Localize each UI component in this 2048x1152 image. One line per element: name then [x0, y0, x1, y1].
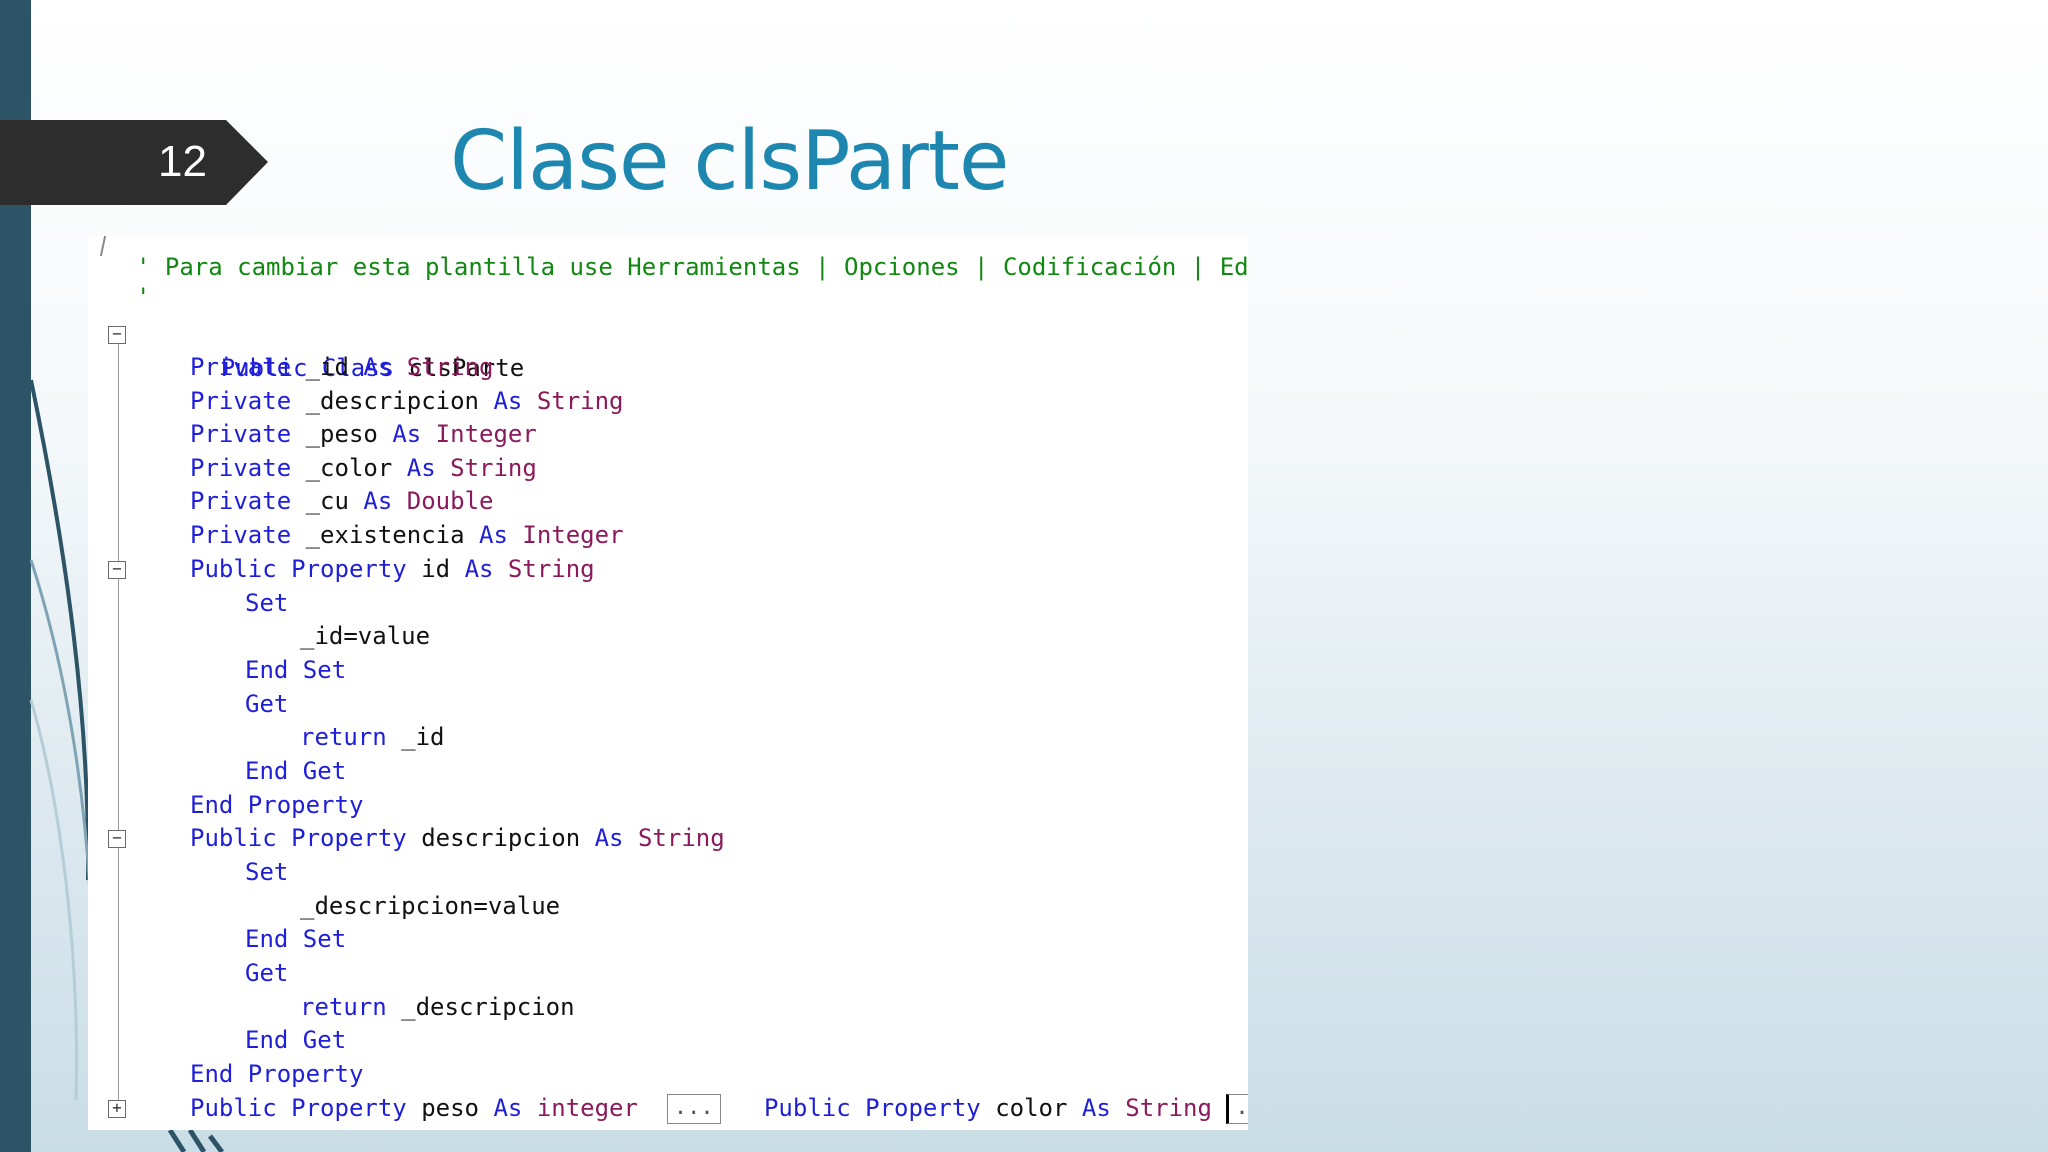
code-line-field: Private _descripcion As String [190, 387, 624, 415]
code-line-property-id: − Public Property id As String [88, 552, 595, 586]
code-line-class: − Public Class clsParte [88, 317, 524, 382]
code-line-end-property: End Property [190, 1060, 364, 1088]
code-line-set-body: _descripcion=value [300, 892, 561, 920]
code-line-collapsed-properties: + Public Property peso As integer ... Pu… [88, 1091, 1248, 1125]
code-line-get: Get [245, 959, 289, 987]
code-line-return: return _id [300, 723, 445, 751]
code-line-set: Set [245, 589, 289, 617]
code-line-end-get: End Get [245, 757, 347, 785]
collapse-icon[interactable]: − [108, 561, 126, 579]
slide-number-tab [0, 120, 268, 205]
code-line-field: Private _cu As Double [190, 487, 494, 515]
code-line-get: Get [245, 690, 289, 718]
code-line-field: Private _color As String [190, 454, 537, 482]
code-line-field: Private _peso As Integer [190, 420, 537, 448]
slide-number: 12 [158, 137, 207, 186]
collapsed-region-button[interactable]: ... [1226, 1094, 1248, 1124]
code-line-field: Private _existencia As Integer [190, 521, 624, 549]
expand-icon[interactable]: + [108, 1100, 126, 1118]
code-line-comment: ' Para cambiar esta plantilla use Herram… [136, 253, 1248, 281]
code-line-end-property: End Property [190, 791, 364, 819]
code-screenshot: ' Para cambiar esta plantilla use Herram… [88, 236, 1248, 1130]
code-line-end-get: End Get [245, 1026, 347, 1054]
code-line-end-set: End Set [245, 925, 347, 953]
code-line-field: Private _id As String [190, 353, 494, 381]
code-line-property-descripcion: − Public Property descripcion As String [88, 821, 725, 855]
code-line-comment2: ' [136, 283, 151, 311]
collapse-icon[interactable]: − [108, 830, 126, 848]
code-line-return: return _descripcion [300, 993, 575, 1021]
code-line-set-body: _id=value [300, 622, 431, 650]
code-line-end-set: End Set [245, 656, 347, 684]
collapse-icon[interactable]: − [108, 326, 126, 344]
code-line-set: Set [245, 858, 289, 886]
slide-title: Clase clsParte [450, 114, 1009, 209]
collapsed-region-button[interactable]: ... [666, 1094, 721, 1124]
